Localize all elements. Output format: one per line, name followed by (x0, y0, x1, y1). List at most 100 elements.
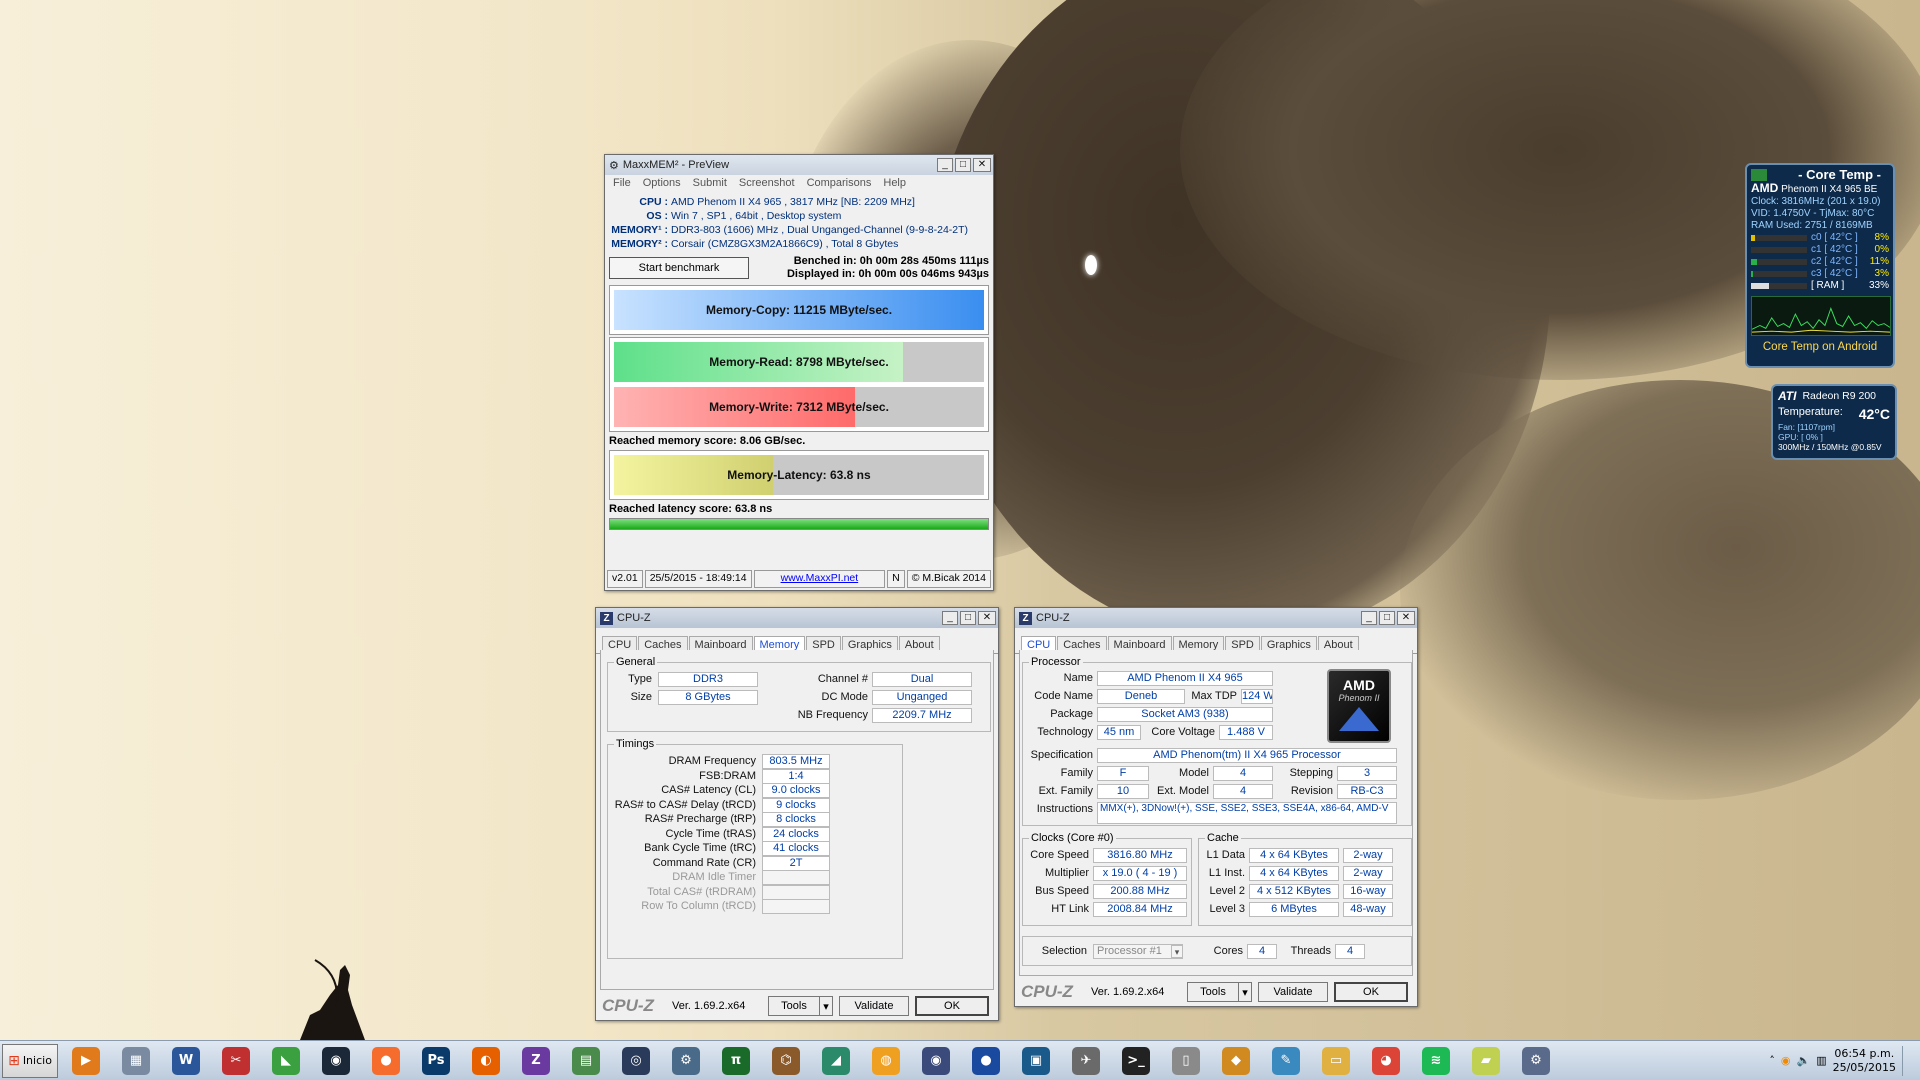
specification-value: AMD Phenom(tm) II X4 965 Processor (1097, 748, 1397, 763)
tools-dropdown[interactable]: ▾ (1238, 982, 1252, 1002)
chevron-up-icon[interactable]: ˄ (1769, 1054, 1775, 1067)
maximize-button[interactable]: □ (960, 611, 976, 625)
menu-comparisons[interactable]: Comparisons (807, 177, 872, 191)
chevron-down-icon[interactable]: ▾ (1171, 945, 1183, 958)
tools-button[interactable]: Tools (768, 996, 820, 1016)
code-name-label: Code Name (1034, 690, 1093, 702)
coretemp-clock: Clock: 3816MHz (201 x 19.0) (1751, 196, 1881, 207)
level3-value: 6 MBytes (1249, 902, 1339, 917)
taskbar-app-button[interactable]: ▭ (1314, 1043, 1358, 1079)
maxxmem-titlebar[interactable]: ⚙ MaxxMEM² - PreView _ □ ✕ (605, 155, 993, 175)
processor-group: Processor Name AMD Phenom II X4 965 Code… (1022, 656, 1412, 826)
core-temp-label: c0 [ 42°C ] (1811, 232, 1858, 243)
clock[interactable]: 06:54 p.m. 25/05/2015 (1833, 1047, 1896, 1075)
taskbar-app-button[interactable]: ◐ (464, 1043, 508, 1079)
window-title: MaxxMEM² - PreView (622, 159, 730, 171)
taskbar-app-button[interactable]: ◣ (264, 1043, 308, 1079)
size-label: Size (630, 691, 652, 703)
menu-file[interactable]: File (613, 177, 631, 191)
cpuz-icon: Z (522, 1046, 550, 1075)
memory-pane: General Type DDR3 Size 8 GBytes Channel … (600, 650, 994, 990)
tools-dropdown[interactable]: ▾ (819, 996, 833, 1016)
start-benchmark-button[interactable]: Start benchmark (609, 257, 749, 279)
firefox-icon: ◐ (472, 1046, 500, 1075)
taskbar-app-button[interactable]: ≋ (1414, 1043, 1458, 1079)
taskbar-app-button[interactable]: π (714, 1043, 758, 1079)
taskbar-app-button[interactable]: ▤ (564, 1043, 608, 1079)
coretemp-gadget[interactable]: - Core Temp - AMD Phenom II X4 965 BE Cl… (1745, 163, 1895, 368)
taskbar-app-button[interactable]: ◢ (814, 1043, 858, 1079)
validate-button[interactable]: Validate (1258, 982, 1328, 1002)
network-tray-icon[interactable]: ▥ (1816, 1054, 1826, 1067)
close-button[interactable]: ✕ (1397, 611, 1415, 625)
taskbar-app-button[interactable]: ✂ (214, 1043, 258, 1079)
taskbar-app-button[interactable]: ⚙ (664, 1043, 708, 1079)
validate-button[interactable]: Validate (839, 996, 909, 1016)
taskbar-app-button[interactable]: Ps (414, 1043, 458, 1079)
copyright-status: © M.Bicak 2014 (906, 570, 991, 588)
minimize-button[interactable]: _ (937, 158, 953, 172)
taskbar-app-button[interactable]: ● (364, 1043, 408, 1079)
cpuz-cpu-window: Z CPU-Z _ □ ✕ CPU Caches Mainboard Memor… (1014, 607, 1418, 1007)
taskbar-app-button[interactable]: ◆ (1214, 1043, 1258, 1079)
website-link[interactable]: www.MaxxPI.net (753, 570, 886, 588)
technology-value: 45 nm (1097, 725, 1141, 740)
coretemp-footer[interactable]: Core Temp on Android (1747, 341, 1893, 353)
tray-app-icon[interactable]: ◉ (1781, 1054, 1791, 1067)
start-button[interactable]: ⊞ Inicio (2, 1043, 58, 1078)
os-value: Win 7 , SP1 , 64bit , Desktop system (671, 210, 842, 222)
taskbar-app-button[interactable]: ▦ (114, 1043, 158, 1079)
taskbar-app-button[interactable]: ▰ (1464, 1043, 1508, 1079)
level3-label: Level 3 (1209, 903, 1245, 915)
taskbar-app-button[interactable]: ◉ (914, 1043, 958, 1079)
minimize-button[interactable]: _ (1361, 611, 1377, 625)
minimize-button[interactable]: _ (942, 611, 958, 625)
memory-write-bar: Memory-Write: 7312 MByte/sec. (614, 387, 984, 427)
timing-label: Bank Cycle Time (tRC) (644, 842, 756, 854)
maximize-button[interactable]: □ (1379, 611, 1395, 625)
processor-select[interactable]: Processor #1 (1093, 944, 1183, 959)
close-button[interactable]: ✕ (978, 611, 996, 625)
taskbar-app-button[interactable]: ● (964, 1043, 1008, 1079)
menu-submit[interactable]: Submit (693, 177, 727, 191)
taskbar-app-button[interactable]: W (164, 1043, 208, 1079)
memory-score: Reached memory score: 8.06 GB/sec. (609, 435, 806, 447)
menu-screenshot[interactable]: Screenshot (739, 177, 795, 191)
taskbar-app-button[interactable]: ◎ (614, 1043, 658, 1079)
taskbar-app-button[interactable]: ◕ (1364, 1043, 1408, 1079)
cpuz-titlebar[interactable]: Z CPU-Z _ □ ✕ (1015, 608, 1417, 628)
gpu-gadget[interactable]: ATI Radeon R9 200 Temperature: 42°C Fan:… (1771, 384, 1897, 460)
taskbar-app-button[interactable]: Z (514, 1043, 558, 1079)
tools-button[interactable]: Tools (1187, 982, 1239, 1002)
menu-help[interactable]: Help (883, 177, 906, 191)
taskbar-app-button[interactable]: ◍ (864, 1043, 908, 1079)
ok-button[interactable]: OK (915, 996, 989, 1016)
menu-options[interactable]: Options (643, 177, 681, 191)
family-value: F (1097, 766, 1149, 781)
timing-value: 1:4 (762, 768, 830, 784)
taskbar-app-button[interactable]: ⌬ (764, 1043, 808, 1079)
maximize-button[interactable]: □ (955, 158, 971, 172)
core-temp-label: c3 [ 42°C ] (1811, 268, 1858, 279)
menu-bar: File Options Submit Screenshot Compariso… (605, 175, 993, 193)
taskbar-app-button[interactable]: ✎ (1264, 1043, 1308, 1079)
taskbar-app-button[interactable]: ✈ (1064, 1043, 1108, 1079)
taskbar-app-button[interactable]: ◉ (314, 1043, 358, 1079)
taskbar-app-button[interactable]: ▯ (1164, 1043, 1208, 1079)
close-button[interactable]: ✕ (973, 158, 991, 172)
cpuz-titlebar[interactable]: Z CPU-Z _ □ ✕ (596, 608, 998, 628)
ok-button[interactable]: OK (1334, 982, 1408, 1002)
calculator-icon: ▦ (122, 1046, 150, 1075)
ram-usage-row: [ RAM ] 33% (1747, 280, 1893, 292)
taskbar-app-button[interactable]: ⚙ (1514, 1043, 1558, 1079)
taskbar-app-button[interactable]: ▣ (1014, 1043, 1058, 1079)
taskbar-app-button[interactable]: >_ (1114, 1043, 1158, 1079)
timing-label: Row To Column (tRCD) (641, 900, 756, 912)
media-player-icon: ▶ (72, 1046, 100, 1075)
volume-icon[interactable]: 🔈 (1796, 1054, 1810, 1067)
dc-mode-label: DC Mode (821, 691, 868, 703)
show-desktop-button[interactable] (1902, 1045, 1912, 1076)
name-value: AMD Phenom II X4 965 (1097, 671, 1273, 686)
core-temp-label: c1 [ 42°C ] (1811, 244, 1858, 255)
taskbar-app-button[interactable]: ▶ (64, 1043, 108, 1079)
